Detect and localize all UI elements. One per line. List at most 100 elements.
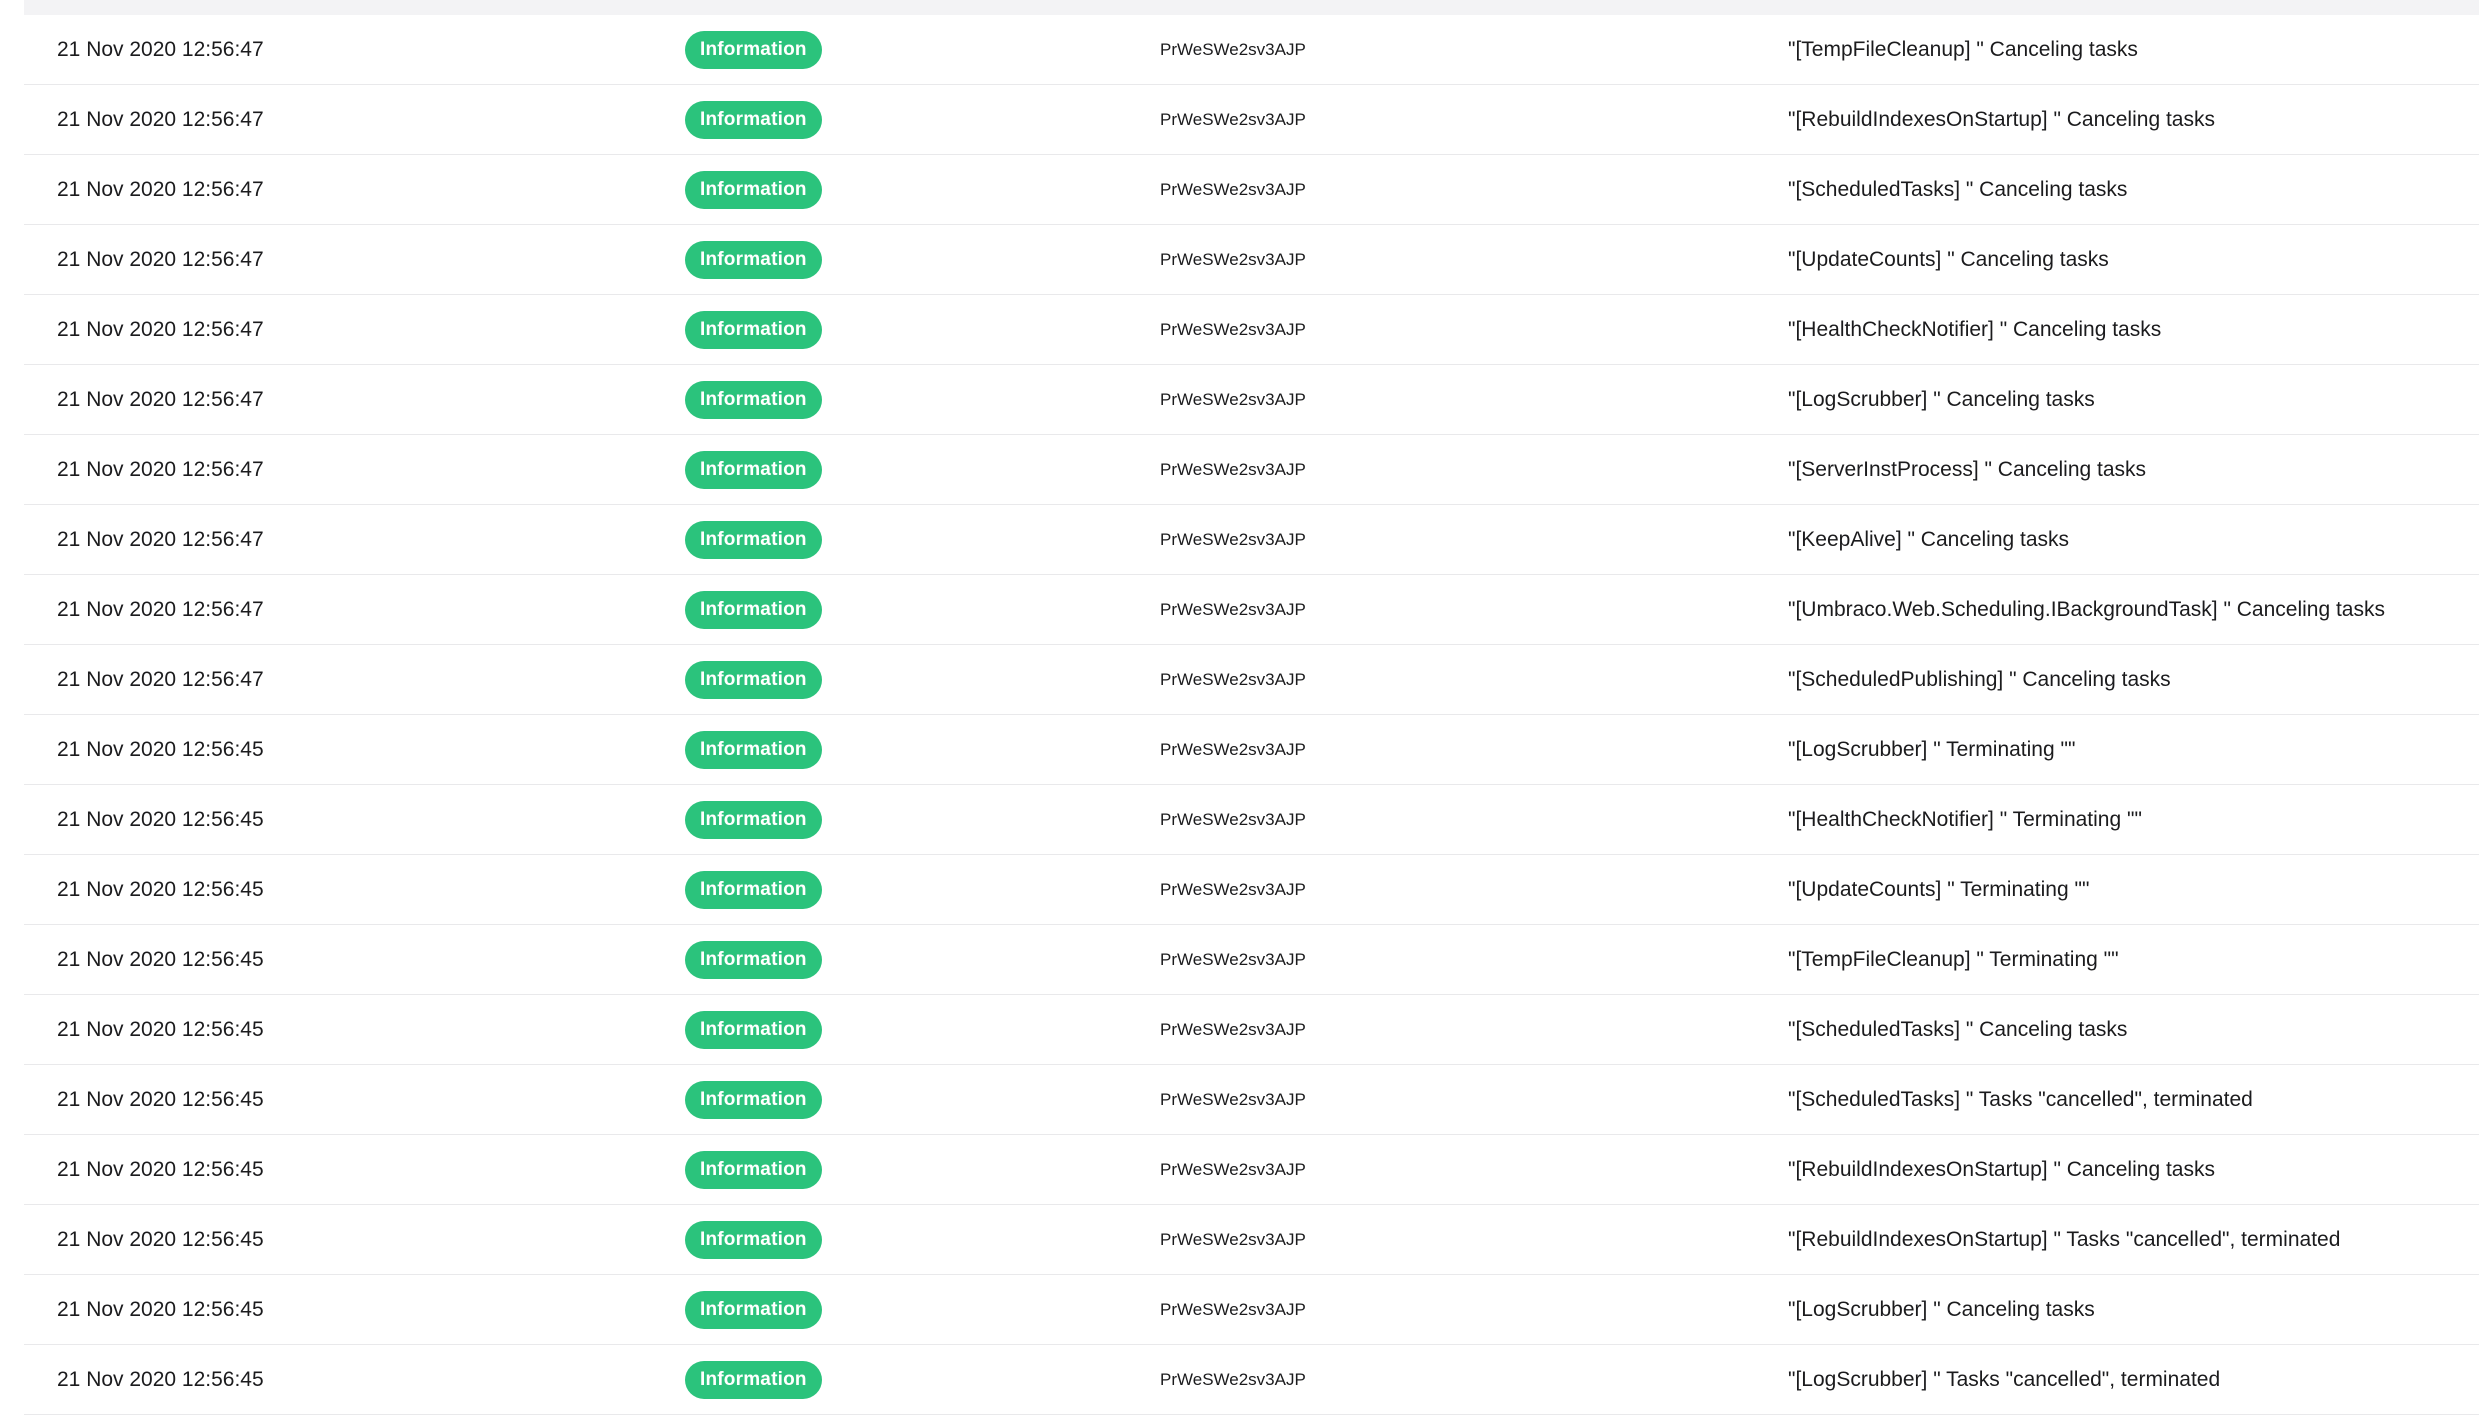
log-message: "[TempFileCleanup] " Canceling tasks bbox=[1788, 37, 2138, 61]
log-message: "[LogScrubber] " Canceling tasks bbox=[1788, 387, 2095, 411]
log-timestamp: 21 Nov 2020 12:56:45 bbox=[57, 737, 264, 761]
log-message: "[LogScrubber] " Tasks "cancelled", term… bbox=[1788, 1367, 2221, 1391]
log-level-badge: Information bbox=[685, 1080, 822, 1119]
log-machine-name: PrWeSWe2sv3AJP bbox=[1160, 669, 1306, 689]
log-message: "[ScheduledTasks] " Canceling tasks bbox=[1788, 1017, 2128, 1041]
log-timestamp: 21 Nov 2020 12:56:45 bbox=[57, 1297, 264, 1321]
log-level-badge: Information bbox=[685, 940, 822, 979]
log-level-badge: Information bbox=[685, 30, 822, 69]
log-level-cell: Information bbox=[685, 995, 822, 1064]
log-level-cell: Information bbox=[685, 295, 822, 364]
log-message: "[LogScrubber] " Terminating "" bbox=[1788, 737, 2076, 761]
log-machine-name: PrWeSWe2sv3AJP bbox=[1160, 739, 1306, 759]
log-row[interactable]: 21 Nov 2020 12:56:47 Information PrWeSWe… bbox=[24, 295, 2479, 365]
log-row[interactable]: 21 Nov 2020 12:56:47 Information PrWeSWe… bbox=[24, 15, 2479, 85]
log-message: "[ScheduledPublishing] " Canceling tasks bbox=[1788, 667, 2171, 691]
log-machine-name: PrWeSWe2sv3AJP bbox=[1160, 1299, 1306, 1319]
log-level-badge: Information bbox=[685, 870, 822, 909]
log-level-badge: Information bbox=[685, 380, 822, 419]
log-level-cell: Information bbox=[685, 435, 822, 504]
log-timestamp: 21 Nov 2020 12:56:45 bbox=[57, 1227, 264, 1251]
log-row[interactable]: 21 Nov 2020 12:56:45 Information PrWeSWe… bbox=[24, 855, 2479, 925]
log-machine-name: PrWeSWe2sv3AJP bbox=[1160, 949, 1306, 969]
log-level-cell: Information bbox=[685, 225, 822, 294]
log-level-badge: Information bbox=[685, 660, 822, 699]
log-row[interactable]: 21 Nov 2020 12:56:47 Information PrWeSWe… bbox=[24, 365, 2479, 435]
log-message: "[KeepAlive] " Canceling tasks bbox=[1788, 527, 2070, 551]
log-row[interactable]: 21 Nov 2020 12:56:47 Information PrWeSWe… bbox=[24, 505, 2479, 575]
log-message: "[UpdateCounts] " Terminating "" bbox=[1788, 877, 2090, 901]
log-row[interactable]: 21 Nov 2020 12:56:47 Information PrWeSWe… bbox=[24, 435, 2479, 505]
log-row[interactable]: 21 Nov 2020 12:56:47 Information PrWeSWe… bbox=[24, 155, 2479, 225]
log-level-cell: Information bbox=[685, 505, 822, 574]
log-level-cell: Information bbox=[685, 715, 822, 784]
log-row[interactable]: 21 Nov 2020 12:56:45 Information PrWeSWe… bbox=[24, 995, 2479, 1065]
log-machine-name: PrWeSWe2sv3AJP bbox=[1160, 599, 1306, 619]
log-level-badge: Information bbox=[685, 520, 822, 559]
log-level-cell: Information bbox=[685, 1345, 822, 1414]
log-level-badge: Information bbox=[685, 1010, 822, 1049]
log-level-badge: Information bbox=[685, 100, 822, 139]
log-machine-name: PrWeSWe2sv3AJP bbox=[1160, 459, 1306, 479]
log-row[interactable]: 21 Nov 2020 12:56:47 Information PrWeSWe… bbox=[24, 225, 2479, 295]
log-level-badge: Information bbox=[685, 450, 822, 489]
log-message: "[UpdateCounts] " Canceling tasks bbox=[1788, 247, 2109, 271]
log-timestamp: 21 Nov 2020 12:56:45 bbox=[57, 947, 264, 971]
log-level-badge: Information bbox=[685, 310, 822, 349]
log-table: 21 Nov 2020 12:56:47 Information PrWeSWe… bbox=[24, 15, 2479, 1415]
log-message: "[HealthCheckNotifier] " Canceling tasks bbox=[1788, 317, 2162, 341]
log-level-badge: Information bbox=[685, 1360, 822, 1399]
log-timestamp: 21 Nov 2020 12:56:45 bbox=[57, 877, 264, 901]
log-timestamp: 21 Nov 2020 12:56:47 bbox=[57, 107, 264, 131]
log-level-cell: Information bbox=[685, 855, 822, 924]
log-timestamp: 21 Nov 2020 12:56:47 bbox=[57, 317, 264, 341]
log-message: "[RebuildIndexesOnStartup] " Canceling t… bbox=[1788, 1157, 2215, 1181]
log-timestamp: 21 Nov 2020 12:56:45 bbox=[57, 1367, 264, 1391]
log-level-cell: Information bbox=[685, 1135, 822, 1204]
log-row[interactable]: 21 Nov 2020 12:56:45 Information PrWeSWe… bbox=[24, 1345, 2479, 1415]
log-machine-name: PrWeSWe2sv3AJP bbox=[1160, 319, 1306, 339]
log-timestamp: 21 Nov 2020 12:56:45 bbox=[57, 1087, 264, 1111]
log-row[interactable]: 21 Nov 2020 12:56:45 Information PrWeSWe… bbox=[24, 1205, 2479, 1275]
log-machine-name: PrWeSWe2sv3AJP bbox=[1160, 529, 1306, 549]
log-timestamp: 21 Nov 2020 12:56:47 bbox=[57, 247, 264, 271]
log-message: "[Umbraco.Web.Scheduling.IBackgroundTask… bbox=[1788, 597, 2385, 621]
log-row[interactable]: 21 Nov 2020 12:56:45 Information PrWeSWe… bbox=[24, 715, 2479, 785]
log-timestamp: 21 Nov 2020 12:56:47 bbox=[57, 667, 264, 691]
log-message: "[ScheduledTasks] " Canceling tasks bbox=[1788, 177, 2128, 201]
table-top-strip bbox=[24, 0, 2479, 15]
log-row[interactable]: 21 Nov 2020 12:56:45 Information PrWeSWe… bbox=[24, 1135, 2479, 1205]
log-machine-name: PrWeSWe2sv3AJP bbox=[1160, 39, 1306, 59]
log-level-cell: Information bbox=[685, 785, 822, 854]
log-row[interactable]: 21 Nov 2020 12:56:47 Information PrWeSWe… bbox=[24, 85, 2479, 155]
log-machine-name: PrWeSWe2sv3AJP bbox=[1160, 179, 1306, 199]
log-timestamp: 21 Nov 2020 12:56:45 bbox=[57, 1017, 264, 1041]
log-message: "[RebuildIndexesOnStartup] " Canceling t… bbox=[1788, 107, 2215, 131]
log-timestamp: 21 Nov 2020 12:56:47 bbox=[57, 37, 264, 61]
log-level-cell: Information bbox=[685, 1205, 822, 1274]
log-timestamp: 21 Nov 2020 12:56:45 bbox=[57, 807, 264, 831]
log-level-cell: Information bbox=[685, 85, 822, 154]
log-row[interactable]: 21 Nov 2020 12:56:47 Information PrWeSWe… bbox=[24, 575, 2479, 645]
log-message: "[ServerInstProcess] " Canceling tasks bbox=[1788, 457, 2147, 481]
log-level-badge: Information bbox=[685, 800, 822, 839]
log-machine-name: PrWeSWe2sv3AJP bbox=[1160, 1019, 1306, 1039]
log-level-cell: Information bbox=[685, 365, 822, 434]
log-row[interactable]: 21 Nov 2020 12:56:47 Information PrWeSWe… bbox=[24, 645, 2479, 715]
log-row[interactable]: 21 Nov 2020 12:56:45 Information PrWeSWe… bbox=[24, 925, 2479, 995]
log-timestamp: 21 Nov 2020 12:56:47 bbox=[57, 597, 264, 621]
log-row[interactable]: 21 Nov 2020 12:56:45 Information PrWeSWe… bbox=[24, 785, 2479, 855]
log-level-badge: Information bbox=[685, 1290, 822, 1329]
log-message: "[TempFileCleanup] " Terminating "" bbox=[1788, 947, 2119, 971]
log-message: "[RebuildIndexesOnStartup] " Tasks "canc… bbox=[1788, 1227, 2341, 1251]
log-level-badge: Information bbox=[685, 240, 822, 279]
log-row[interactable]: 21 Nov 2020 12:56:45 Information PrWeSWe… bbox=[24, 1275, 2479, 1345]
log-level-cell: Information bbox=[685, 645, 822, 714]
log-level-cell: Information bbox=[685, 155, 822, 224]
log-level-cell: Information bbox=[685, 1065, 822, 1134]
log-level-badge: Information bbox=[685, 590, 822, 629]
log-timestamp: 21 Nov 2020 12:56:45 bbox=[57, 1157, 264, 1181]
log-machine-name: PrWeSWe2sv3AJP bbox=[1160, 389, 1306, 409]
log-row[interactable]: 21 Nov 2020 12:56:45 Information PrWeSWe… bbox=[24, 1065, 2479, 1135]
log-level-badge: Information bbox=[685, 1150, 822, 1189]
